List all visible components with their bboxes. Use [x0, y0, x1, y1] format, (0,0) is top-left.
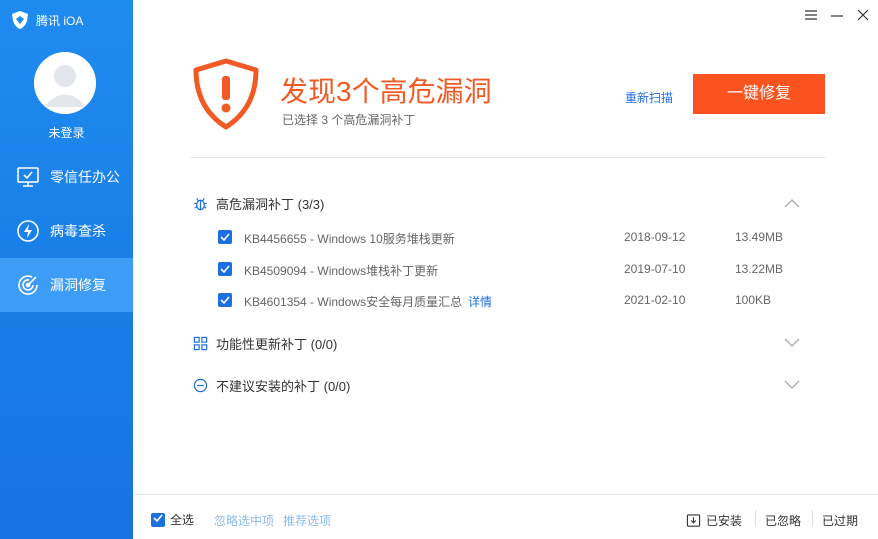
sidebar-item-label: 零信任办公	[50, 169, 120, 185]
user-status[interactable]: 未登录	[0, 124, 133, 141]
patch-name: KB4509094 - Windows堆栈补丁更新	[244, 264, 439, 278]
sidebar-nav: 零信任办公 病毒查杀 漏洞修复	[0, 150, 133, 312]
brand: 腾讯 iOA	[10, 10, 83, 30]
patch-name: KB4456655 - Windows 10服务堆栈更新	[244, 232, 455, 246]
divider	[190, 157, 826, 158]
sidebar-item-zero-trust[interactable]: 零信任办公	[0, 150, 133, 204]
sidebar-item-vuln-repair[interactable]: 漏洞修复	[0, 258, 133, 312]
footer-separator	[812, 510, 813, 526]
check-icon	[220, 233, 230, 242]
sidebar-item-antivirus[interactable]: 病毒查杀	[0, 204, 133, 258]
group-functional-updates[interactable]: 功能性更新补丁 (0/0)	[193, 334, 337, 353]
patch-size: 13.22MB	[735, 262, 784, 276]
patch-date: 2019-07-10	[624, 262, 686, 276]
ignored-button[interactable]: 已忽略	[765, 512, 801, 529]
sidebar-item-label: 漏洞修复	[50, 277, 106, 293]
avatar[interactable]	[34, 52, 96, 114]
app-title: 腾讯 iOA	[36, 13, 84, 28]
user-silhouette-icon	[34, 52, 96, 114]
patch-size: 100KB	[735, 293, 772, 307]
monitor-check-icon	[17, 167, 39, 187]
warning-shield-icon	[193, 58, 259, 130]
patch-date: 2021-02-10	[624, 293, 686, 307]
select-all-label: 全选	[170, 513, 195, 527]
select-all-box[interactable]	[151, 512, 165, 527]
rescan-link[interactable]: 重新扫描	[625, 89, 673, 106]
installed-label: 已安装	[706, 514, 743, 528]
selection-summary: 已选择 3 个高危漏洞补丁	[282, 113, 416, 127]
ioa-logo-icon	[12, 11, 28, 29]
download-tray-icon	[686, 514, 701, 527]
patch-row: KB4601354 - Windows安全每月质量汇总 详情 2021-02-1…	[218, 292, 818, 310]
patch-date: 2018-09-12	[624, 230, 686, 244]
sidebar: 腾讯 iOA 未登录 零信任办公 病毒查杀 漏洞修复	[0, 0, 133, 539]
group-label: 功能性更新补丁 (0/0)	[216, 337, 338, 352]
patch-checkbox[interactable]	[218, 262, 232, 276]
patch-row: KB4509094 - Windows堆栈补丁更新 2019-07-10 13.…	[218, 261, 818, 279]
group-not-recommended[interactable]: 不建议安装的补丁 (0/0)	[193, 376, 350, 395]
chevron-up-icon[interactable]	[784, 198, 800, 208]
chevron-down-icon[interactable]	[784, 380, 800, 390]
page-title: 发现3个高危漏洞	[280, 76, 492, 107]
patch-checkbox[interactable]	[218, 230, 232, 244]
bug-icon	[194, 198, 207, 211]
window-controls	[804, 8, 870, 22]
select-all-checkbox[interactable]: 全选	[151, 511, 194, 528]
recommended-link[interactable]: 推荐选项	[283, 512, 331, 529]
expired-button[interactable]: 已过期	[822, 512, 858, 529]
lightning-icon	[17, 220, 39, 242]
chevron-down-icon[interactable]	[784, 338, 800, 348]
patch-size: 13.49MB	[735, 230, 784, 244]
group-label: 高危漏洞补丁 (3/3)	[216, 197, 325, 212]
sidebar-item-label: 病毒查杀	[50, 223, 106, 239]
check-icon	[220, 265, 230, 274]
minus-circle-icon	[193, 378, 208, 393]
patch-checkbox[interactable]	[218, 293, 232, 307]
footer-separator	[755, 510, 756, 526]
ignore-selected-link[interactable]: 忽略选中项	[214, 512, 274, 529]
one-click-fix-button[interactable]: 一键修复	[693, 74, 825, 114]
group-label: 不建议安装的补丁 (0/0)	[216, 379, 351, 394]
check-icon	[153, 514, 163, 523]
patch-name: KB4601354 - Windows安全每月质量汇总	[244, 295, 463, 309]
minimize-icon[interactable]	[830, 8, 844, 22]
close-icon[interactable]	[856, 8, 870, 22]
patch-row: KB4456655 - Windows 10服务堆栈更新 2018-09-12 …	[218, 229, 818, 247]
radar-icon	[18, 275, 38, 295]
group-high-risk[interactable]: 高危漏洞补丁 (3/3)	[193, 194, 324, 213]
installed-button[interactable]: 已安装	[686, 512, 742, 529]
check-icon	[220, 296, 230, 305]
grid-icon	[193, 336, 208, 351]
patch-details-link[interactable]: 详情	[468, 293, 492, 310]
menu-icon[interactable]	[804, 8, 818, 22]
footer-divider	[133, 494, 878, 495]
